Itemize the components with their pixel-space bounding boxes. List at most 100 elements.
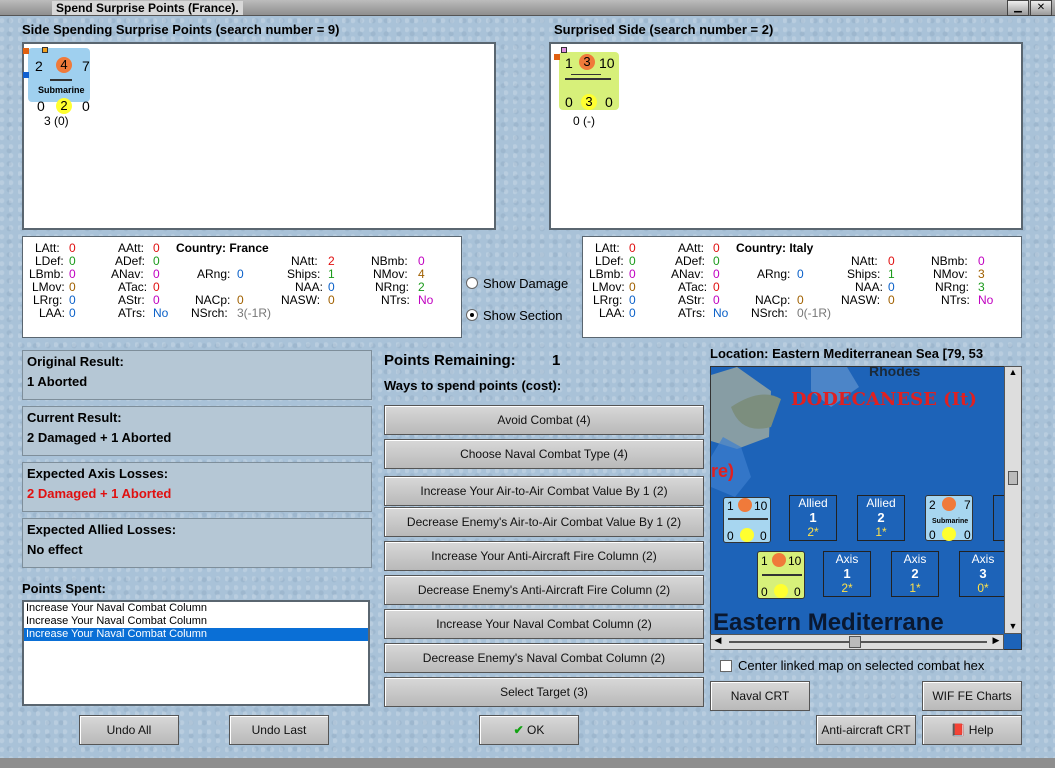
submarine-counter[interactable]: 2 4 7 Submarine 0 2 0: [23, 47, 90, 114]
current-result-box: Current Result: 2 Damaged + 1 Aborted: [22, 406, 372, 456]
current-result-value: 2 Damaged + 1 Aborted: [27, 430, 172, 445]
axis-box-1[interactable]: Axis 1 2*: [823, 551, 871, 597]
stat-atrs: ATrs:: [678, 306, 706, 320]
stat-anav: ANav:: [671, 267, 704, 281]
show-section-label[interactable]: Show Section: [483, 308, 563, 323]
wif-fe-charts-button[interactable]: WIF FE Charts: [922, 681, 1022, 711]
italian-ship-counter[interactable]: 1 3 10 0 3 0: [554, 47, 619, 110]
scroll-right-icon[interactable]: ▶: [989, 635, 1003, 649]
stat-lrrg: LRrg:: [33, 293, 63, 307]
select-target-button[interactable]: Select Target (3): [384, 677, 704, 707]
naval-crt-button[interactable]: Naval CRT: [710, 681, 810, 711]
list-item[interactable]: Increase Your Naval Combat Column: [24, 602, 368, 615]
close-button[interactable]: ✕: [1030, 0, 1052, 16]
stat-latt: LAtt:: [35, 241, 60, 255]
surprised-side-panel: 1 3 10 0 3 0 0 (-): [549, 42, 1023, 230]
counter-caption: 3 (0): [44, 114, 69, 128]
list-item[interactable]: Increase Your Naval Combat Column: [24, 628, 368, 641]
undo-all-button[interactable]: Undo All: [79, 715, 179, 745]
increase-anti-aircraft-button[interactable]: Increase Your Anti-Aircraft Fire Column …: [384, 541, 704, 571]
map-horizontal-scrollbar[interactable]: ◀ ▶: [710, 634, 1004, 650]
decrease-enemy-anti-aircraft-button[interactable]: Decrease Enemy's Anti-Aircraft Fire Colu…: [384, 575, 704, 605]
stat-aatt: AAtt:: [118, 241, 145, 255]
map-submarine-counter[interactable]: 2 7 Submarine 0 0: [925, 495, 973, 542]
stat-ships: Ships:: [847, 267, 881, 281]
scroll-thumb[interactable]: [849, 636, 861, 648]
map-yellow-ship-counter[interactable]: 1 10 0 0: [757, 551, 805, 599]
stat-adef-value: 0: [713, 254, 720, 268]
stat-nasw-value: 0: [888, 293, 895, 307]
scroll-down-icon[interactable]: ▼: [1005, 621, 1021, 633]
stat-nrng: NRng:: [935, 280, 970, 294]
stat-lrrg: LRrg:: [593, 293, 623, 307]
italy-stats-panel: Country: Italy LAtt: 0 AAtt: 0 NAtt: 0 N…: [582, 236, 1022, 338]
stat-laa-value: 0: [69, 306, 76, 320]
spending-side-panel: 2 4 7 Submarine 0 2 0 3 (0): [22, 42, 496, 230]
ok-button[interactable]: ✔ OK: [479, 715, 579, 745]
france-stats-panel: Country: France LAtt: 0 AAtt: 0 NAtt: 2 …: [22, 236, 462, 338]
help-button[interactable]: 📕 Help: [922, 715, 1022, 745]
increase-naval-combat-button[interactable]: Increase Your Naval Combat Column (2): [384, 609, 704, 639]
show-damage-radio[interactable]: [466, 277, 478, 289]
scroll-thumb[interactable]: [1008, 471, 1018, 485]
scroll-left-icon[interactable]: ◀: [711, 635, 725, 649]
scroll-up-icon[interactable]: ▲: [1005, 367, 1021, 379]
decrease-enemy-air-to-air-button[interactable]: Decrease Enemy's Air-to-Air Combat Value…: [384, 507, 704, 537]
decrease-enemy-naval-combat-button[interactable]: Decrease Enemy's Naval Combat Column (2): [384, 643, 704, 673]
counter-bottom-right: 0: [82, 98, 90, 114]
counter-top-left: 2: [35, 58, 43, 74]
choose-naval-combat-type-button[interactable]: Choose Naval Combat Type (4): [384, 439, 704, 469]
anti-aircraft-crt-button[interactable]: Anti-aircraft CRT: [816, 715, 916, 745]
counter-bottom-left: 0: [565, 94, 573, 110]
stat-nrng-value: 2: [418, 280, 425, 294]
center-map-checkbox[interactable]: [720, 660, 732, 672]
increase-air-to-air-button[interactable]: Increase Your Air-to-Air Combat Value By…: [384, 476, 704, 506]
stat-nasw-value: 0: [328, 293, 335, 307]
axis-box-3[interactable]: Axis 3 0*: [959, 551, 1007, 597]
stat-atrs: ATrs:: [118, 306, 146, 320]
allied-losses-box: Expected Allied Losses: No effect: [22, 518, 372, 568]
stat-atac: ATac:: [678, 280, 708, 294]
axis-box-2[interactable]: Axis 2 1*: [891, 551, 939, 597]
center-map-label[interactable]: Center linked map on selected combat hex: [738, 658, 984, 673]
minimize-button[interactable]: ▁: [1007, 0, 1029, 16]
stat-arng: ARng:: [197, 267, 231, 281]
stat-laa: LAA:: [599, 306, 626, 320]
avoid-combat-button[interactable]: Avoid Combat (4): [384, 405, 704, 435]
sea-area-label: Eastern Mediterrane: [713, 609, 944, 636]
stat-anav-value: 0: [153, 267, 160, 281]
stat-lbmb: LBmb:: [589, 267, 624, 281]
points-spent-list[interactable]: Increase Your Naval Combat Column Increa…: [22, 600, 370, 706]
stat-laa-value: 0: [629, 306, 636, 320]
stat-nbmb-value: 0: [418, 254, 425, 268]
stat-lrrg-value: 0: [629, 293, 636, 307]
dodecanese-label: DODECANESE (It): [791, 389, 977, 410]
stat-arng-value: 0: [797, 267, 804, 281]
axis-losses-label: Expected Axis Losses:: [27, 466, 169, 481]
left-panel-label: Side Spending Surprise Points (search nu…: [22, 22, 340, 37]
allied-box-1[interactable]: Allied 1 2*: [789, 495, 837, 541]
stat-ntrs: NTrs:: [941, 293, 970, 307]
stat-atac-value: 0: [153, 280, 160, 294]
submarine-icon: [50, 79, 72, 81]
original-result-value: 1 Aborted: [27, 374, 88, 389]
list-item[interactable]: Increase Your Naval Combat Column: [24, 615, 368, 628]
right-panel-label: Surprised Side (search number = 2): [554, 22, 774, 37]
map-vertical-scrollbar[interactable]: ▲ ▼: [1004, 366, 1022, 634]
stat-astr: AStr:: [678, 293, 705, 307]
linked-map[interactable]: Rhodes DODECANESE (It) re) 1 10 0 0 Alli…: [710, 366, 1022, 650]
stat-lbmb: LBmb:: [29, 267, 64, 281]
stat-natt: NAtt:: [291, 254, 318, 268]
stat-ships-value: 1: [328, 267, 335, 281]
counter-bottom-right: 0: [605, 94, 613, 110]
stat-naa: NAA:: [295, 280, 324, 294]
stat-lbmb-value: 0: [69, 267, 76, 281]
show-section-radio[interactable]: [466, 309, 478, 321]
allied-box-2[interactable]: Allied 2 1*: [857, 495, 905, 541]
undo-last-button[interactable]: Undo Last: [229, 715, 329, 745]
stat-ships-value: 1: [888, 267, 895, 281]
stat-lmov: LMov:: [592, 280, 625, 294]
map-italian-ship-counter[interactable]: 1 10 0 0: [723, 497, 771, 543]
show-damage-label[interactable]: Show Damage: [483, 276, 568, 291]
stat-nmov-value: 4: [418, 267, 425, 281]
